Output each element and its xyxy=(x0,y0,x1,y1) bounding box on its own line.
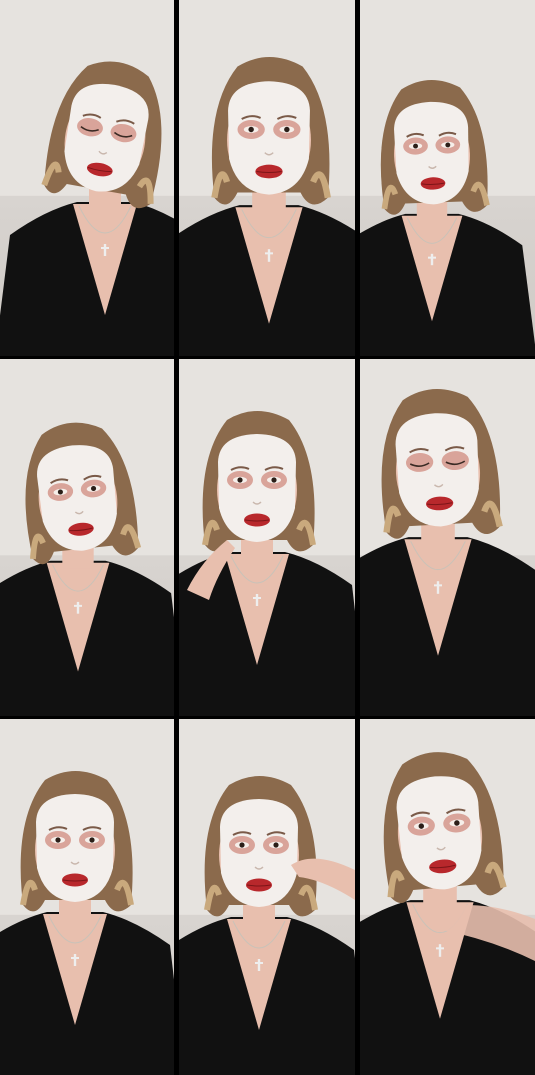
frame-8 xyxy=(179,719,355,1075)
portrait-1 xyxy=(0,0,174,356)
video-frame-grid xyxy=(0,0,535,1075)
cross-bar xyxy=(436,947,444,950)
cross-pendant xyxy=(257,959,261,971)
cross-bar xyxy=(434,584,442,587)
portrait-6 xyxy=(360,359,535,716)
pupil xyxy=(55,837,61,843)
pupil xyxy=(284,126,290,133)
cross-bar xyxy=(255,962,263,964)
pupil xyxy=(89,837,95,843)
frame-2 xyxy=(179,0,355,356)
cross-pendant xyxy=(76,601,80,614)
frame-9 xyxy=(360,719,535,1075)
pupil xyxy=(237,477,243,483)
face-mask xyxy=(394,101,469,205)
cross-bar xyxy=(101,247,109,249)
pupil xyxy=(271,477,277,483)
cross-bar xyxy=(265,252,273,255)
pupil xyxy=(273,842,279,848)
cross-bar xyxy=(74,604,82,607)
pupil xyxy=(239,842,245,848)
cross-bar xyxy=(253,597,261,599)
cross-pendant xyxy=(255,594,259,606)
cross-pendant xyxy=(267,249,271,262)
portrait-4 xyxy=(0,359,174,716)
cross-pendant xyxy=(436,581,440,594)
frame-3 xyxy=(360,0,535,356)
frame-7 xyxy=(0,719,174,1075)
cross-bar xyxy=(428,256,436,259)
portrait-9 xyxy=(360,719,535,1075)
cross-pendant xyxy=(430,253,434,266)
frame-6 xyxy=(360,359,535,716)
pupil xyxy=(248,126,254,133)
portrait-3 xyxy=(360,0,535,356)
cross-bar xyxy=(71,957,79,959)
cross-pendant xyxy=(438,944,442,957)
frame-4 xyxy=(0,359,174,716)
cross-pendant xyxy=(73,954,77,966)
cross-pendant xyxy=(103,244,107,256)
portrait-2 xyxy=(179,0,355,356)
portrait-8 xyxy=(179,719,355,1075)
portrait-5 xyxy=(179,359,355,716)
portrait-7 xyxy=(0,719,174,1075)
frame-1 xyxy=(0,0,174,356)
frame-5 xyxy=(179,359,355,716)
